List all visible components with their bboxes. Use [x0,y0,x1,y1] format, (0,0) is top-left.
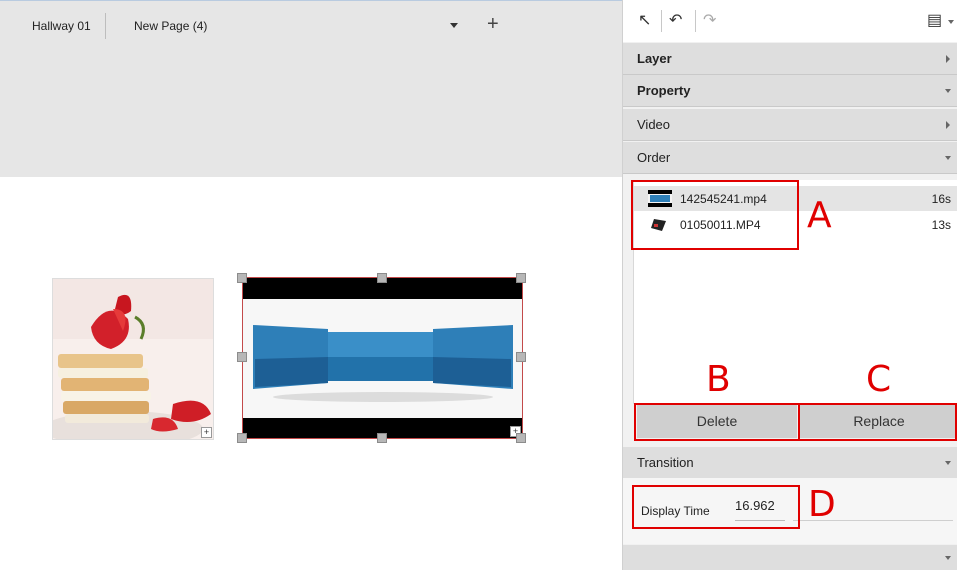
callout-label-d: D [808,484,836,525]
collapsed-section[interactable] [623,545,957,570]
resize-handle-se[interactable] [516,433,526,443]
callout-box-c [798,403,957,441]
section-order-label: Order [637,150,671,165]
resize-handle-w[interactable] [237,352,247,362]
chevron-down-icon [945,556,951,560]
section-property-label: Property [637,83,691,98]
align-icon[interactable]: ▤ [927,12,942,30]
section-video-label: Video [637,117,671,132]
video-frame-picture [243,299,522,418]
tab-divider [105,13,106,39]
section-layer-label: Layer [637,51,672,66]
food-image[interactable]: + [52,278,214,440]
callout-box-d [632,485,800,529]
resize-handle-e[interactable] [516,352,526,362]
section-property[interactable]: Property [623,75,957,107]
page-dropdown-icon[interactable] [450,23,458,28]
chevron-down-icon [945,89,951,93]
section-transition-label: Transition [637,455,694,470]
chevron-down-icon [945,461,951,465]
order-item-duration: 13s [931,218,951,232]
resize-handle-s[interactable] [377,433,387,443]
align-dropdown-icon[interactable] [948,20,954,24]
callout-box-b [634,403,800,441]
callout-label-c: C [866,359,892,400]
resize-handle-sw[interactable] [237,433,247,443]
order-item-duration: 16s [931,192,951,206]
chevron-down-icon [945,156,951,160]
callout-label-b: B [706,359,731,400]
undo-icon[interactable]: ↶ [669,12,682,30]
resize-handle-n[interactable] [377,273,387,283]
food-picture [53,279,213,439]
tab-hallway-01[interactable]: Hallway 01 [32,19,91,33]
resize-corner-icon[interactable]: + [201,427,212,438]
pointer-icon[interactable]: ↖ [638,12,651,30]
resize-handle-ne[interactable] [516,273,526,283]
section-video[interactable]: Video [623,109,957,141]
video-element[interactable]: + [242,277,523,439]
page-tab-bar: Hallway 01 New Page (4) + [0,0,622,178]
toolbar-separator [695,10,696,32]
toolbar-separator [661,10,662,32]
section-layer[interactable]: Layer [623,43,957,75]
tab-new-page[interactable]: New Page (4) [134,19,207,33]
resize-handle-nw[interactable] [237,273,247,283]
redo-icon[interactable]: ↷ [703,12,716,30]
panel-toolbar: ↖ ↶ ↷ ▤ [623,0,957,42]
callout-label-a: A [807,195,832,236]
add-page-icon[interactable]: + [487,14,499,34]
section-transition[interactable]: Transition [623,447,957,479]
chevron-right-icon [946,121,950,129]
section-order[interactable]: Order [623,142,957,174]
chevron-right-icon [946,55,950,63]
callout-box-a [631,180,799,250]
